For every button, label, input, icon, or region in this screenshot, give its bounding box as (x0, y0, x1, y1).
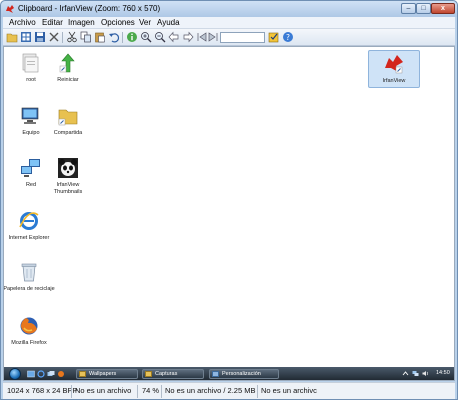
desktop-icon-irfanview-thumbnails[interactable]: IrfanView Thumbnails (42, 157, 94, 195)
menu-ver[interactable]: Ver (139, 18, 151, 27)
taskbar-item-label: Capturas (155, 371, 178, 377)
menu-bar: Archivo Editar Imagen Opciones Ver Ayuda (3, 17, 455, 29)
desktop-icon-compartida[interactable]: Compartida (42, 105, 94, 137)
menu-editar[interactable]: Editar (42, 18, 63, 27)
desktop-icon-reiniciar[interactable]: Reiniciar (42, 52, 94, 84)
status-image-dimensions: 1024 x 768 x 24 BPP (7, 386, 78, 395)
image-canvas[interactable]: root Reiniciar IrfanView Equipo Comparti… (3, 46, 455, 381)
irfanview-logo-icon (385, 55, 403, 74)
desktop-icon-label: IrfanView Thumbnails (53, 182, 83, 195)
show-desktop-icon[interactable] (27, 370, 35, 378)
toolbar: ? (3, 29, 455, 46)
status-zoom: 74 % (142, 386, 160, 395)
folder-icon (58, 109, 78, 126)
chevron-up-icon[interactable] (402, 370, 409, 377)
network-icon[interactable] (412, 370, 419, 377)
taskbar-clock: 14:50 (436, 370, 450, 376)
status-file-info: No es un archivc (261, 386, 317, 395)
desktop-icon-label: Mozilla Firefox (11, 340, 47, 346)
copy-icon[interactable] (80, 31, 92, 43)
status-file-name: No es un archivo (75, 386, 132, 395)
desktop-icon-internet-explorer[interactable]: Internet Explorer (4, 210, 55, 242)
desktop-icon-irfanview[interactable]: IrfanView (368, 50, 420, 88)
open-folder-icon[interactable] (6, 31, 18, 43)
switch-windows-icon[interactable] (47, 370, 55, 378)
taskbar-item-label: Personalización (222, 371, 261, 377)
window-title: Clipboard - IrfanView (Zoom: 760 x 570) (18, 4, 161, 13)
thumbnails-icon[interactable] (20, 31, 32, 43)
info-icon[interactable] (126, 31, 138, 43)
status-bar: 1024 x 768 x 24 BPP No es un archivo 74 … (3, 382, 455, 399)
zoom-out-icon[interactable] (154, 31, 166, 43)
save-icon[interactable] (34, 31, 46, 43)
volume-icon[interactable] (422, 370, 429, 377)
close-button[interactable]: x (431, 3, 455, 14)
menu-archivo[interactable]: Archivo (9, 18, 36, 27)
taskbar-item-wallpapers[interactable]: Wallpapers (76, 369, 138, 379)
internet-explorer-icon (19, 212, 39, 230)
start-button[interactable] (9, 368, 21, 380)
taskbar-item-personalizacion[interactable]: Personalización (209, 369, 279, 379)
zoom-in-icon[interactable] (140, 31, 152, 43)
toolbar-input[interactable] (220, 32, 265, 43)
status-divider (161, 385, 162, 398)
folder-icon (145, 371, 152, 377)
status-divider (137, 385, 138, 398)
folder-icon (22, 53, 39, 73)
desktop-icon-label: Reiniciar (57, 77, 79, 83)
desktop-icon-label: Internet Explorer (8, 235, 50, 241)
app-window: Clipboard - IrfanView (Zoom: 760 x 570) … (0, 0, 458, 400)
delete-icon[interactable] (48, 31, 60, 43)
desktop-icon-label: IrfanView (382, 78, 406, 84)
irfanview-logo-icon (6, 5, 14, 13)
taskbar: Wallpapers Capturas Personalización 14:5… (4, 367, 454, 380)
maximize-button[interactable]: □ (416, 3, 431, 14)
last-page-icon[interactable] (207, 31, 219, 43)
menu-opciones[interactable]: Opciones (101, 18, 135, 27)
desktop-icon-firefox[interactable]: Mozilla Firefox (4, 315, 55, 347)
firefox-icon (20, 317, 38, 335)
status-divider (257, 385, 258, 398)
undo-icon[interactable] (108, 31, 120, 43)
next-arrow-icon[interactable] (182, 31, 194, 43)
restart-arrow-icon (59, 53, 75, 73)
cut-icon[interactable] (66, 31, 78, 43)
minimize-button[interactable]: – (401, 3, 416, 14)
settings-window-icon (212, 371, 219, 377)
paste-icon[interactable] (94, 31, 106, 43)
status-divider (71, 385, 72, 398)
internet-explorer-icon[interactable] (37, 370, 45, 378)
menu-imagen[interactable]: Imagen (68, 18, 95, 27)
status-file-size: No es un archivo / 2.25 MB (165, 386, 256, 395)
svg-text:?: ? (286, 33, 290, 42)
toolbar-separator (62, 32, 63, 43)
network-icon (21, 159, 40, 177)
taskbar-item-capturas[interactable]: Capturas (142, 369, 204, 379)
title-bar[interactable]: Clipboard - IrfanView (Zoom: 760 x 570) … (1, 1, 457, 17)
help-icon[interactable]: ? (282, 31, 294, 43)
taskbar-item-label: Wallpapers (89, 371, 117, 377)
desktop-icon-label: Papelera de reciclaje (3, 286, 55, 292)
options-icon[interactable] (268, 31, 280, 43)
menu-ayuda[interactable]: Ayuda (157, 18, 180, 27)
computer-icon (21, 107, 39, 124)
desktop-icon-papelera[interactable]: Papelera de reciclaje (3, 261, 55, 293)
previous-arrow-icon[interactable] (168, 31, 180, 43)
firefox-icon[interactable] (57, 370, 65, 378)
toolbar-separator (122, 32, 123, 43)
desktop-icon-label: Compartida (53, 130, 83, 136)
panda-icon (58, 158, 78, 178)
folder-icon (79, 371, 86, 377)
recycle-bin-icon (21, 263, 37, 282)
